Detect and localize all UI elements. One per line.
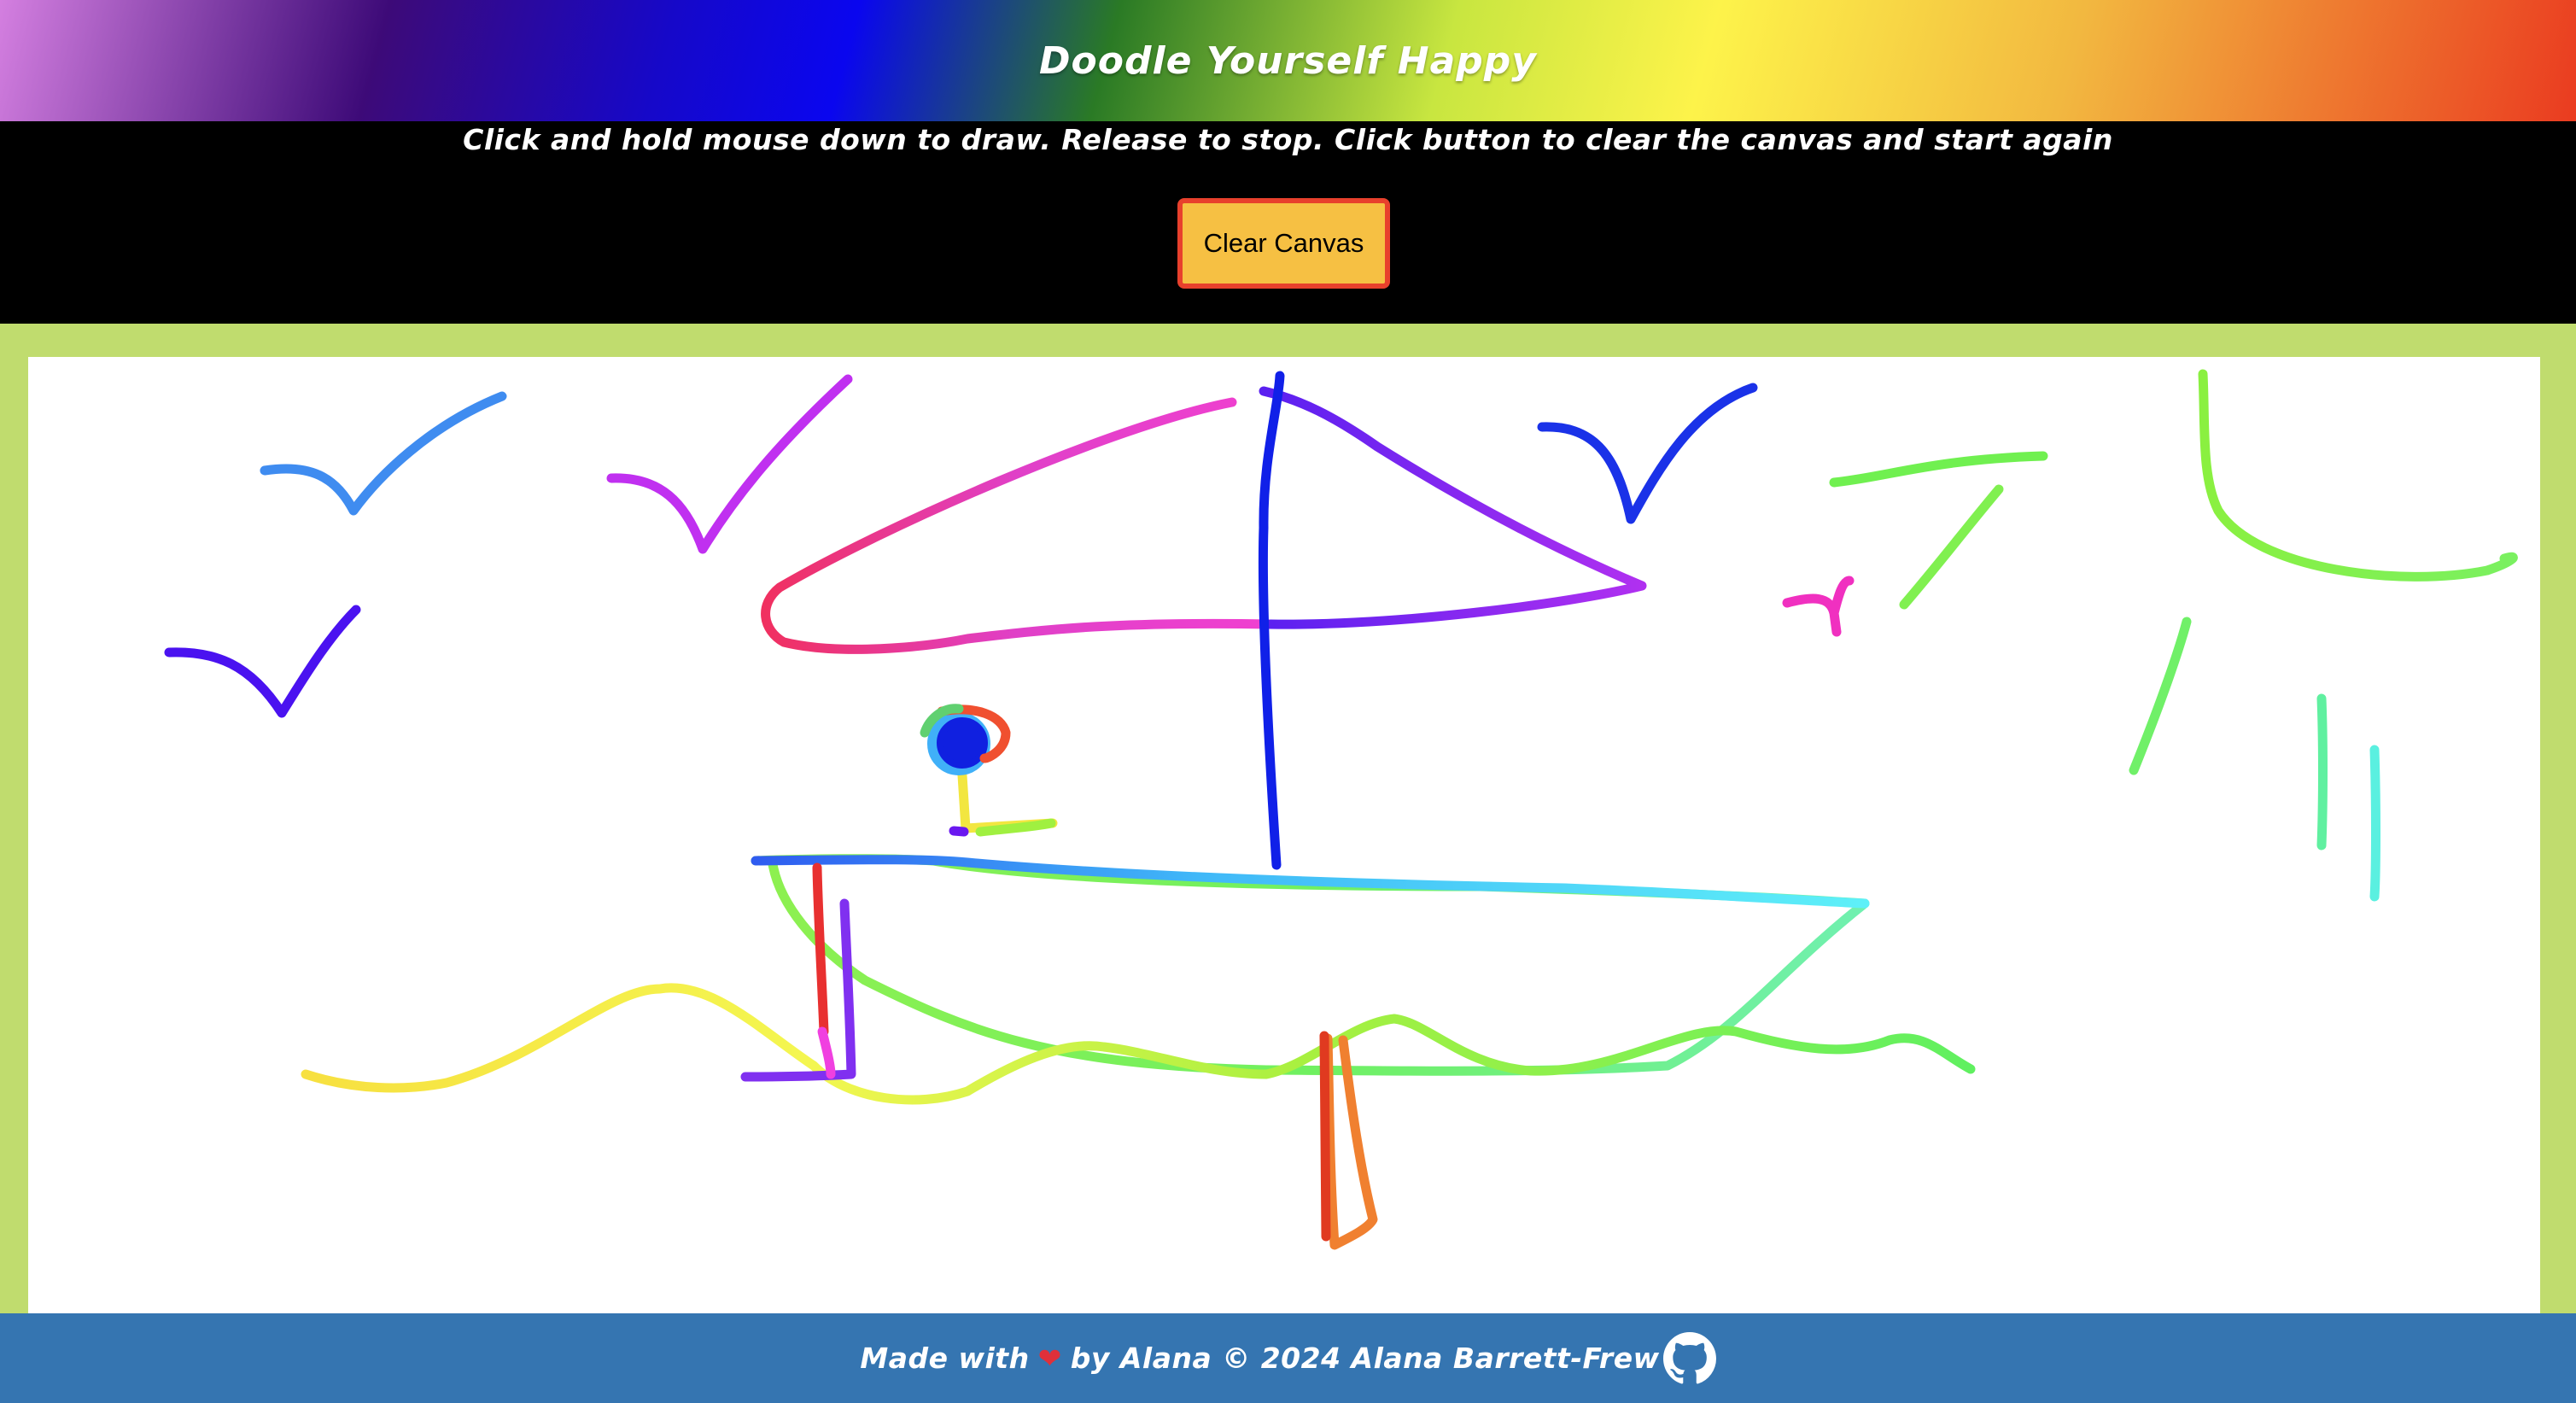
app-header: Doodle Yourself Happy	[0, 0, 2576, 121]
clear-canvas-button[interactable]: Clear Canvas	[1177, 198, 1390, 289]
footer-by-text: by Alana © 2024 Alana Barrett-Frew	[1070, 1342, 1660, 1375]
footer-made-with: Made with	[860, 1342, 1030, 1375]
github-icon[interactable]	[1662, 1331, 1716, 1385]
doodle-drawing	[164, 369, 2518, 1250]
page-title: Doodle Yourself Happy	[1039, 38, 1537, 83]
app-footer: Made with ❤ by Alana © 2024 Alana Barret…	[0, 1313, 2576, 1403]
heart-icon: ❤	[1037, 1342, 1062, 1375]
instructions-text: Click and hold mouse down to draw. Relea…	[463, 123, 2113, 156]
footer-credits: Made with ❤ by Alana © 2024 Alana Barret…	[860, 1331, 1716, 1385]
drawing-canvas[interactable]	[28, 357, 2540, 1313]
